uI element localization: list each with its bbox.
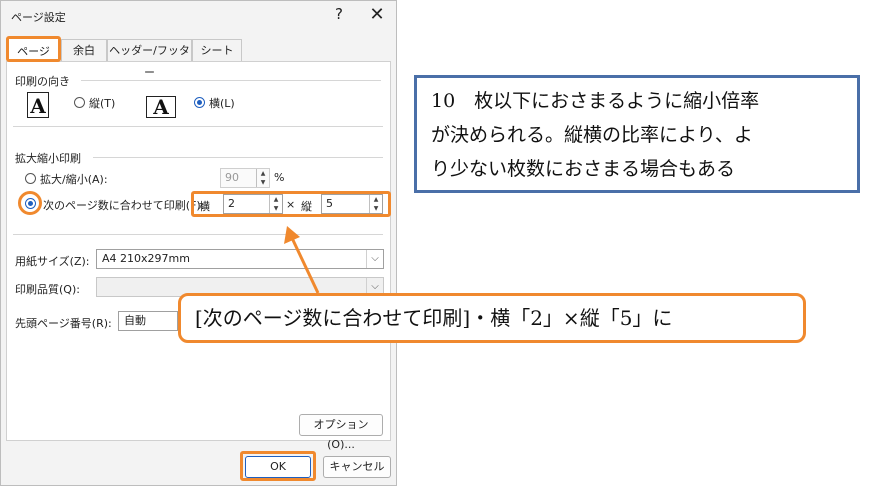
- instruction-callout: [次のページ数に合わせて印刷]・横「2」×縦「5」に: [178, 293, 806, 343]
- pointer-arrow-icon: [284, 226, 320, 294]
